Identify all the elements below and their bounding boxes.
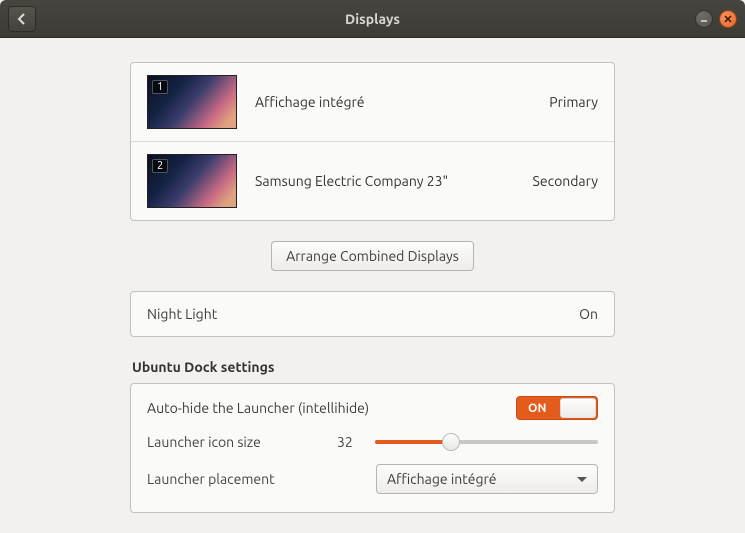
toggle-knob: [560, 398, 596, 418]
display-thumbnail: 2: [147, 154, 237, 208]
display-list: 1 Affichage intégré Primary 2 Samsung El…: [130, 62, 615, 221]
autohide-label: Auto-hide the Launcher (intellihide): [147, 400, 369, 416]
display-row-secondary[interactable]: 2 Samsung Electric Company 23" Secondary: [131, 142, 614, 220]
autohide-row: Auto-hide the Launcher (intellihide) ON: [147, 396, 598, 420]
placement-value: Affichage intégré: [387, 471, 497, 487]
arrange-displays-button[interactable]: Arrange Combined Displays: [271, 241, 474, 271]
arrange-row: Arrange Combined Displays: [130, 221, 615, 291]
display-number: 1: [152, 80, 168, 94]
titlebar: Displays: [0, 0, 745, 38]
window-title: Displays: [0, 11, 745, 27]
night-light-label: Night Light: [147, 306, 217, 322]
slider-thumb: [442, 433, 460, 451]
window-controls: [695, 0, 737, 37]
minimize-button[interactable]: [695, 10, 713, 28]
display-row-primary[interactable]: 1 Affichage intégré Primary: [131, 63, 614, 142]
icon-size-slider-wrap: 32: [337, 434, 598, 450]
placement-label: Launcher placement: [147, 471, 337, 487]
icon-size-label: Launcher icon size: [147, 434, 337, 450]
content-area: 1 Affichage intégré Primary 2 Samsung El…: [0, 38, 745, 513]
display-role: Secondary: [533, 173, 598, 189]
dock-settings-heading: Ubuntu Dock settings: [132, 359, 615, 375]
display-name: Samsung Electric Company 23": [255, 173, 533, 189]
display-number: 2: [152, 159, 168, 173]
chevron-down-icon: [577, 477, 587, 482]
placement-select[interactable]: Affichage intégré: [376, 464, 598, 494]
display-name: Affichage intégré: [255, 94, 549, 110]
back-button[interactable]: [8, 6, 36, 32]
icon-size-value: 32: [337, 434, 367, 450]
night-light-row[interactable]: Night Light On: [130, 291, 615, 337]
close-icon: [724, 15, 732, 23]
night-light-status: On: [579, 306, 598, 322]
minimize-icon: [700, 15, 708, 23]
icon-size-row: Launcher icon size 32: [147, 434, 598, 450]
display-role: Primary: [549, 94, 598, 110]
icon-size-slider[interactable]: [375, 440, 598, 444]
dock-settings-card: Auto-hide the Launcher (intellihide) ON …: [130, 383, 615, 513]
autohide-toggle[interactable]: ON: [516, 396, 598, 420]
toggle-label: ON: [528, 402, 546, 415]
placement-row: Launcher placement Affichage intégré: [147, 464, 598, 494]
chevron-left-icon: [17, 13, 27, 25]
close-button[interactable]: [719, 10, 737, 28]
display-thumbnail: 1: [147, 75, 237, 129]
slider-fill: [375, 440, 451, 444]
